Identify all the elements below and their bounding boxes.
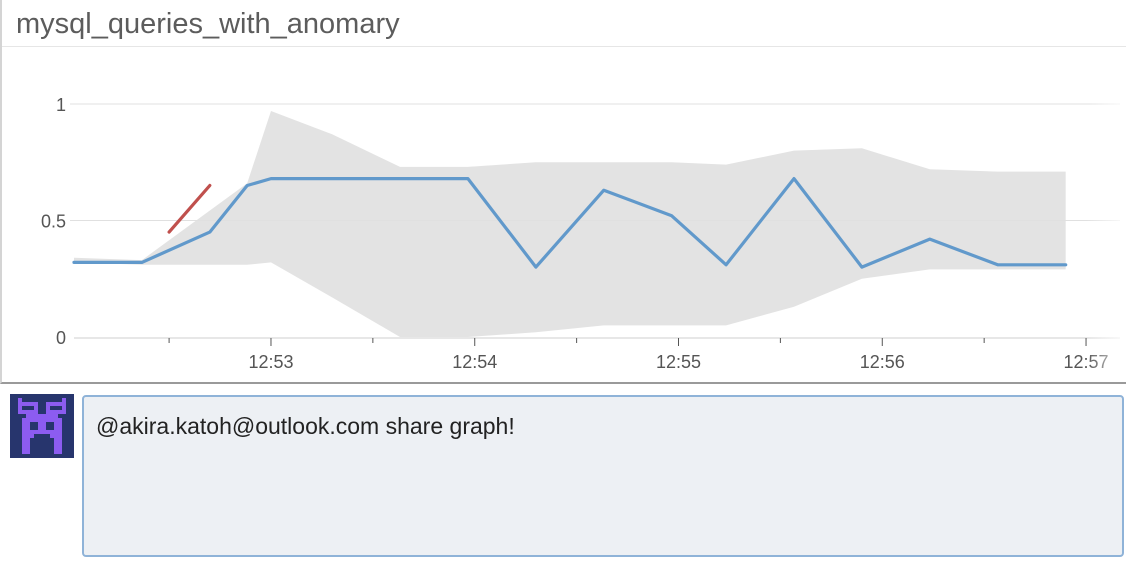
avatar-icon <box>18 398 66 454</box>
y-tick-label: 1 <box>56 95 66 115</box>
x-tick-label: 12:55 <box>656 352 701 372</box>
comment-input[interactable]: @akira.katoh@outlook.com share graph! <box>82 395 1124 557</box>
anomaly-band <box>74 111 1066 337</box>
x-tick-label: 12:53 <box>248 352 293 372</box>
timeseries-chart[interactable]: 0 0.5 1 12:53 12:54 12:55 12:56 12:57 <box>2 0 1126 384</box>
comment-area: @akira.katoh@outlook.com share graph! <box>0 386 1126 564</box>
x-tick-label: 12:56 <box>860 352 905 372</box>
x-tick-label: 12:54 <box>452 352 497 372</box>
avatar[interactable] <box>10 394 74 458</box>
y-tick-label: 0.5 <box>41 212 66 232</box>
x-tick-label: 12:57 <box>1064 352 1109 372</box>
y-tick-label: 0 <box>56 328 66 348</box>
graph-panel: mysql_queries_with_anomary 0 0.5 1 12:53 12:… <box>0 0 1126 384</box>
